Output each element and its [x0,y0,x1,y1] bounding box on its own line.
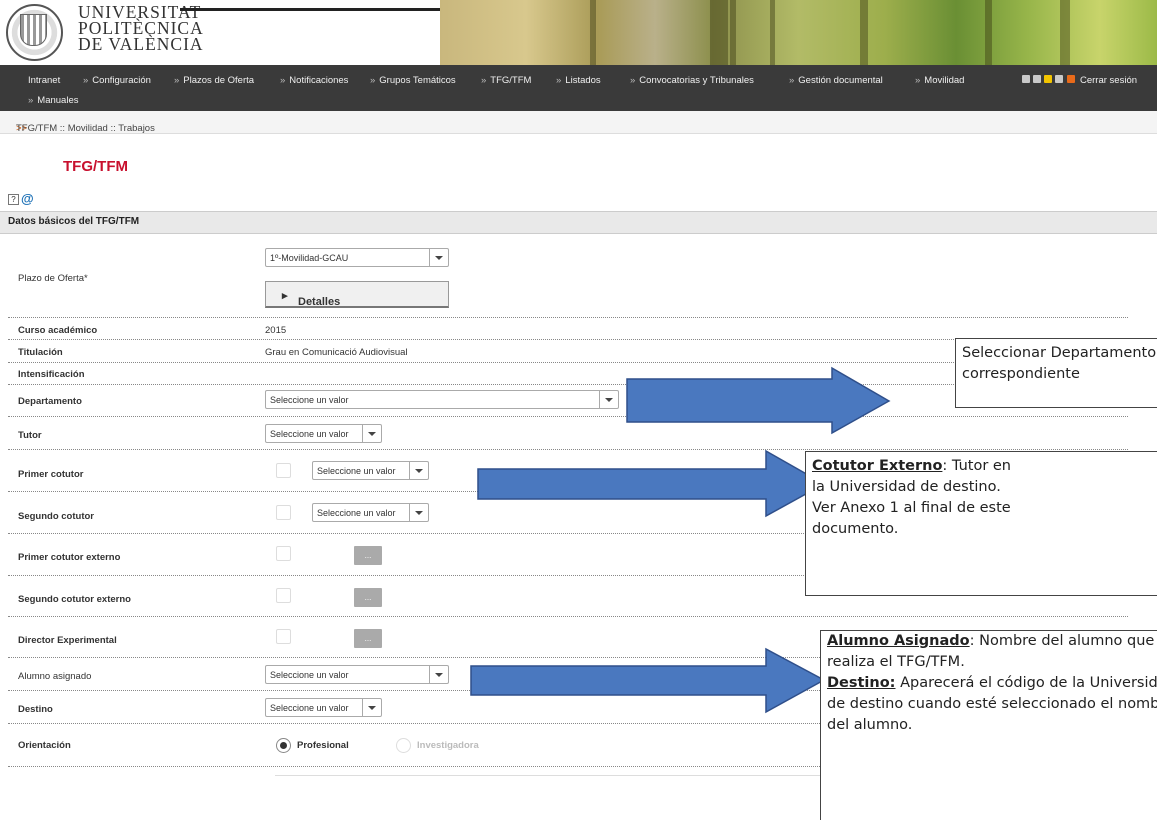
callout-destino-title: Destino: [827,675,896,691]
callout-cotutor-title: Cotutor Externo [812,458,943,474]
callout-alumno: Alumno Asignado: Nombre del alumno que r… [820,630,1157,820]
callout-departamento: Seleccionar Departamento y Tutor corresp… [955,338,1157,408]
callout-departamento-text: Seleccionar Departamento y Tutor corresp… [962,345,1157,382]
callout-cotutor: Cotutor Externo: Tutor en la Universidad… [805,451,1157,596]
callout-alumno-title: Alumno Asignado [827,633,970,649]
